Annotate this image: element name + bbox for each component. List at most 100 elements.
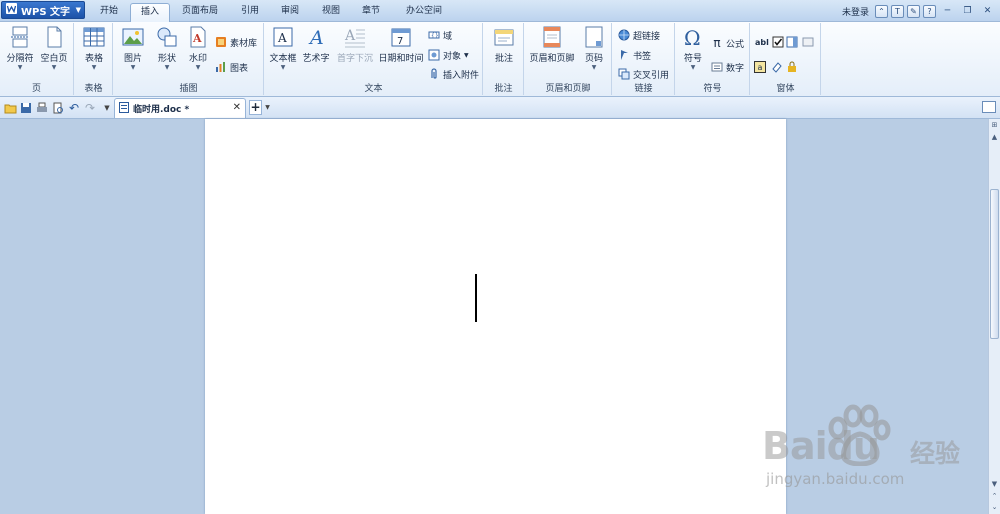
chevron-down-icon: ▼ [591, 64, 597, 71]
form-reset-button[interactable] [771, 60, 783, 74]
scroll-up-arrow-icon[interactable]: ▲ [989, 132, 1000, 143]
open-folder-icon[interactable] [3, 101, 17, 115]
print-preview-icon[interactable] [51, 101, 65, 115]
pi-icon: π [713, 36, 721, 50]
app-name: WPS 文字 [21, 6, 71, 18]
header-footer-button[interactable]: 页眉和页脚 [527, 25, 577, 64]
group-label-symbol: 符号 [703, 84, 722, 94]
scroll-thumb[interactable] [990, 189, 999, 339]
undo-icon[interactable]: ↶ [67, 101, 81, 115]
blank-page-button[interactable]: 空白页 ▼ [38, 25, 70, 72]
insert-attachment-button[interactable]: 插入附件 [428, 67, 479, 81]
feedback-icon[interactable]: ✎ [907, 4, 920, 18]
collapse-ribbon-icon[interactable]: ⌃ [875, 4, 888, 18]
close-tab-icon[interactable]: ✕ [233, 102, 241, 113]
form-checkbox-button[interactable] [772, 35, 784, 49]
close-icon[interactable]: ✕ [979, 5, 996, 18]
tab-insert[interactable]: 插入 [130, 3, 170, 22]
redo-icon[interactable]: ↷ [83, 101, 97, 115]
help-icon[interactable]: ? [923, 4, 936, 18]
svg-text:A: A [192, 32, 202, 45]
chevron-down-icon: ▼ [130, 64, 136, 71]
vertical-scrollbar[interactable]: ⊞ ▲ ▼ ⌃ ⌄ [988, 119, 1000, 514]
chevron-down-icon: ▼ [464, 51, 469, 59]
ribbon-insert: 分隔符 ▼ 空白页 ▼ 页 表格 ▼ 表格 图片 ▼ 形状 ▼ A 水印 ▼ 素… [0, 22, 1000, 97]
form-protect-button[interactable] [786, 60, 798, 74]
chevron-down-icon[interactable]: ▼ [263, 100, 272, 115]
form-options-button[interactable] [802, 35, 814, 49]
document-tab[interactable]: 临时用.doc * ✕ [114, 98, 246, 118]
watermark-button[interactable]: A 水印 ▼ [184, 25, 212, 72]
app-menu-button[interactable]: WPS 文字 ▼ [1, 1, 85, 19]
material-library-button[interactable]: 素材库 [215, 35, 257, 49]
chart-button[interactable]: 图表 [215, 60, 248, 74]
comment-button[interactable]: 批注 [488, 25, 520, 64]
drop-cap-button[interactable]: A 首字下沉 [335, 25, 375, 64]
window-layout-icon[interactable] [982, 101, 996, 113]
field-button[interactable]: {} 域 [428, 28, 452, 42]
group-label-text: 文本 [364, 84, 383, 94]
shape-button[interactable]: 形状 ▼ [151, 25, 183, 72]
table-button[interactable]: 表格 ▼ [78, 25, 110, 72]
object-button[interactable]: 对象 ▼ [428, 48, 469, 62]
shading-icon: a [754, 61, 766, 73]
tab-section[interactable]: 章节 [353, 3, 389, 22]
chevron-down-icon: ▼ [17, 64, 23, 71]
date-time-button[interactable]: 7 日期和时间 [377, 25, 425, 64]
symbol-button[interactable]: Ω 符号 ▼ [678, 25, 708, 72]
hyperlink-button[interactable]: 超链接 [618, 28, 660, 42]
tab-office-space[interactable]: 办公空间 [396, 3, 452, 22]
document-page[interactable] [205, 119, 786, 514]
page-break-button[interactable]: 分隔符 ▼ [4, 25, 36, 72]
omega-icon: Ω [681, 25, 705, 49]
watermark-brand: Baidu [762, 424, 880, 468]
wordart-button[interactable]: A 艺术字 [300, 25, 332, 64]
textbox-button[interactable]: A 文本框 ▼ [267, 25, 299, 72]
formula-button[interactable]: π 公式 [711, 36, 744, 50]
minimize-icon[interactable]: ─ [939, 5, 956, 18]
material-library-icon [215, 36, 227, 48]
previous-page-icon[interactable]: ⌃ [989, 491, 1000, 502]
ruler-toggle-icon[interactable]: ⊞ [989, 120, 1000, 131]
tab-references[interactable]: 引用 [232, 3, 268, 22]
group-text: A 文本框 ▼ A 艺术字 A 首字下沉 7 日期和时间 {} 域 对象 ▼ 插… [265, 23, 483, 95]
number-button[interactable]: 数字 [711, 60, 744, 74]
restore-icon[interactable]: ❐ [959, 5, 976, 18]
login-status[interactable]: 未登录 [842, 5, 869, 18]
page-break-icon [8, 25, 32, 49]
bookmark-icon [618, 49, 630, 61]
tab-view[interactable]: 视图 [313, 3, 349, 22]
chevron-down-icon: ▼ [280, 64, 286, 71]
svg-text:A: A [344, 28, 356, 44]
group-label-page: 页 [31, 84, 41, 94]
form-dropdown-button[interactable] [786, 35, 798, 49]
wps-writer-window: WPS 文字 ▼ 开始 插入 页面布局 引用 审阅 视图 章节 办公空间 未登录… [0, 0, 1000, 514]
new-tab-button[interactable]: + [249, 100, 262, 115]
picture-button[interactable]: 图片 ▼ [117, 25, 149, 72]
save-icon[interactable] [19, 101, 33, 115]
cross-reference-button[interactable]: 交叉引用 [618, 67, 669, 81]
scroll-down-arrow-icon[interactable]: ▼ [989, 479, 1000, 490]
group-page: 分隔符 ▼ 空白页 ▼ 页 [0, 23, 74, 95]
tab-review[interactable]: 审阅 [272, 3, 308, 22]
print-icon[interactable] [35, 101, 49, 115]
chevron-down-icon: ▼ [75, 6, 81, 14]
customize-toolbar-icon[interactable]: ▼ [100, 101, 114, 115]
skin-icon[interactable]: T [891, 4, 904, 18]
checkbox-icon [772, 36, 784, 48]
form-shading-button[interactable]: a [754, 60, 766, 74]
picture-icon [121, 25, 145, 49]
quick-access-toolbar: ↶ ↷ ▼ 临时用.doc * ✕ + ▼ [0, 97, 1000, 119]
bookmark-button[interactable]: 书签 [618, 48, 651, 62]
tab-page-layout[interactable]: 页面布局 [174, 3, 226, 22]
watermark-url: jingyan.baidu.com [766, 470, 905, 488]
page-number-icon [582, 25, 606, 49]
page-number-button[interactable]: 页码 ▼ [579, 25, 609, 72]
form-textfield-button[interactable]: abl [755, 35, 769, 49]
group-label-illustration: 插图 [179, 84, 198, 94]
group-symbol: Ω 符号 ▼ π 公式 数字 符号 [676, 23, 750, 95]
chevron-down-icon: ▼ [91, 64, 97, 71]
tab-home[interactable]: 开始 [90, 3, 128, 22]
next-page-icon[interactable]: ⌄ [989, 502, 1000, 513]
wps-logo-icon [6, 3, 17, 17]
